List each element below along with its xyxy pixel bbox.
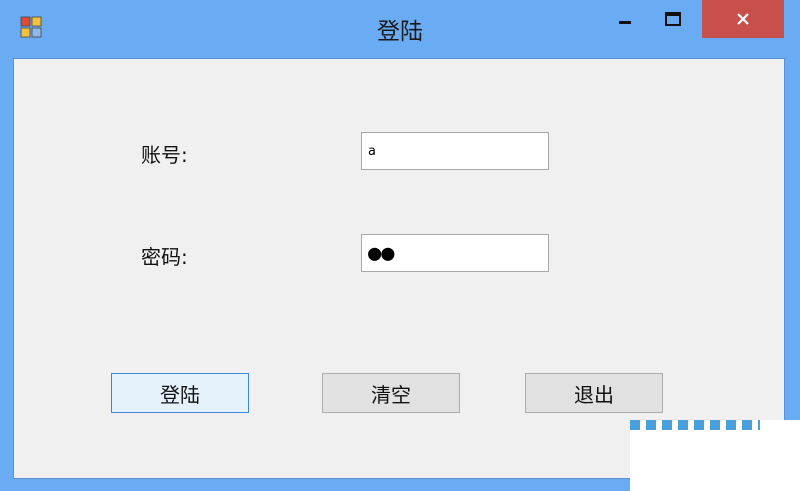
watermark-overlay: [630, 420, 800, 491]
login-window: 登陆 账号: 密码: 登陆 清空 退出: [0, 0, 800, 491]
minimize-button[interactable]: [602, 0, 648, 38]
maximize-icon: [665, 12, 681, 26]
watermark-mark: [630, 420, 760, 430]
clear-button[interactable]: 清空: [322, 373, 460, 413]
title-bar[interactable]: 登陆: [0, 0, 800, 58]
maximize-button[interactable]: [650, 0, 696, 38]
password-input[interactable]: [361, 234, 549, 272]
exit-button[interactable]: 退出: [525, 373, 663, 413]
close-button[interactable]: [702, 0, 784, 38]
form-client-area: 账号: 密码: 登陆 清空 退出: [13, 58, 785, 479]
close-icon: [737, 13, 749, 25]
login-button[interactable]: 登陆: [111, 373, 249, 413]
password-label: 密码:: [141, 245, 188, 269]
account-input[interactable]: [361, 132, 549, 170]
account-label: 账号:: [141, 143, 188, 167]
minimize-icon: [619, 21, 631, 24]
